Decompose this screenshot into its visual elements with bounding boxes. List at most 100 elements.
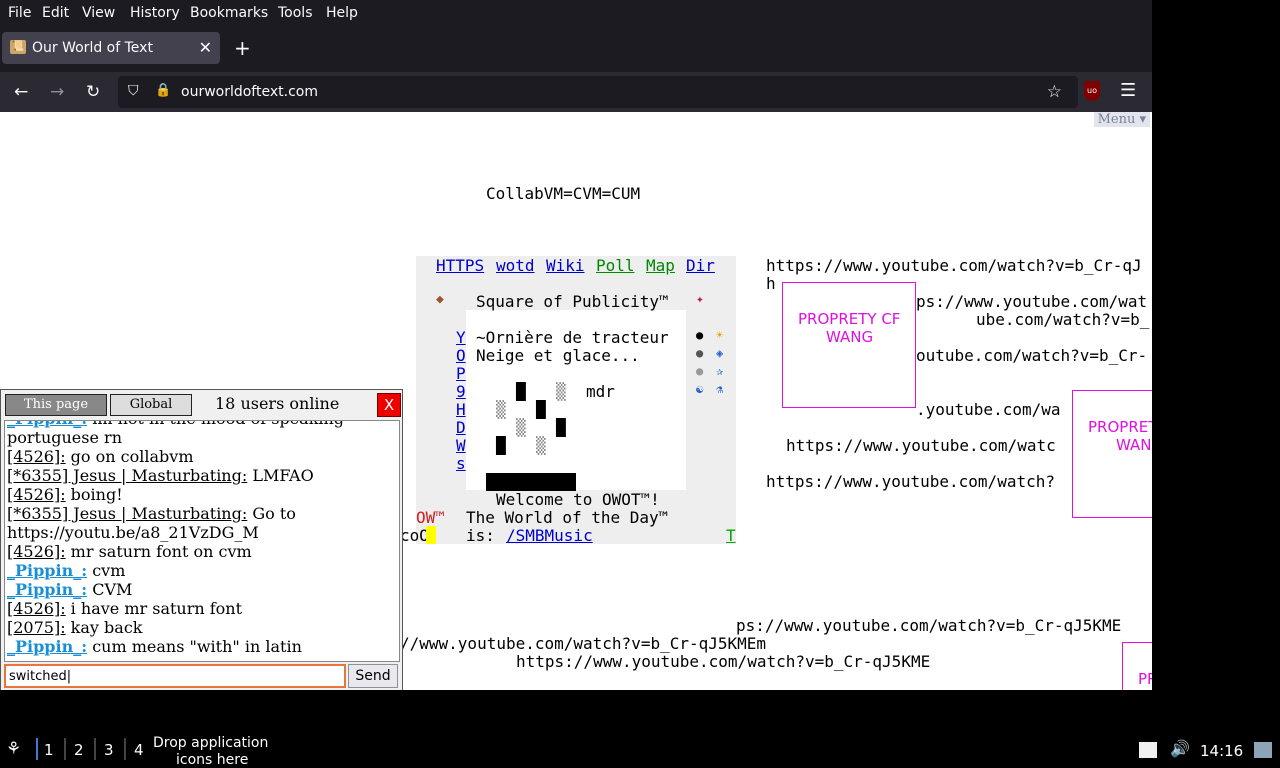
star-icon: ✰	[716, 364, 724, 378]
chat-message: [4526]: mr saturn font on cvm	[7, 542, 252, 561]
t-link[interactable]: T	[726, 526, 736, 545]
menu-help[interactable]: Help	[326, 5, 358, 21]
tab-title: Our World of Text	[32, 40, 153, 56]
chat-nick[interactable]: [*6355] Jesus | Masturbating:	[7, 504, 247, 523]
chat-tab-this-page[interactable]: This page	[5, 394, 107, 416]
pattern-2: ▒	[556, 382, 566, 401]
sign-icon: ◆	[436, 292, 444, 307]
side-link-h[interactable]: H	[456, 400, 466, 419]
dot3-icon: ●	[696, 364, 704, 378]
side-link-o[interactable]: O	[456, 346, 466, 365]
yt-line-3: ps://www.youtube.com/wat	[916, 292, 1148, 311]
tab-close-icon[interactable]: ✕	[199, 38, 212, 57]
chat-text: Go to	[247, 504, 296, 523]
proprety-2-line1: PROPRET	[1088, 418, 1152, 436]
volume-icon[interactable]: 🔊	[1170, 739, 1190, 758]
link-dir[interactable]: Dir	[686, 256, 715, 275]
inner-line-2: Neige et glace...	[476, 346, 640, 365]
sun-icon: ☀	[716, 328, 724, 342]
chat-text: portuguese rn	[7, 428, 122, 447]
url-bar[interactable]: ⛉ 🔒 ourworldoftext.com ☆	[118, 76, 1078, 108]
tab-strip: 📜 Our World of Text ✕ +	[0, 26, 1152, 72]
yt-line-4: ube.com/watch?v=b_	[976, 310, 1150, 329]
proprety-3-fragment: PR	[1138, 670, 1152, 688]
hamburger-menu-icon[interactable]: ☰	[1120, 80, 1136, 101]
wotd-link[interactable]: /SMBMusic	[506, 526, 593, 545]
side-link-9[interactable]: 9	[456, 382, 466, 401]
back-icon[interactable]: ←	[14, 82, 28, 102]
link-poll[interactable]: Poll	[596, 256, 635, 275]
proprety-2-line2: WAN	[1116, 436, 1152, 454]
side-link-p[interactable]: P	[456, 364, 466, 383]
chat-nick[interactable]: [4526]:	[7, 542, 66, 561]
reload-icon[interactable]: ↻	[86, 82, 100, 102]
side-link-s[interactable]: s	[456, 454, 466, 473]
separator	[94, 738, 96, 760]
clipboard-icon[interactable]	[1139, 742, 1157, 758]
menu-history[interactable]: History	[130, 5, 180, 21]
link-wiki[interactable]: Wiki	[546, 256, 585, 275]
url-text[interactable]: ourworldoftext.com	[181, 84, 318, 100]
chat-nick[interactable]: _Pippin_:	[7, 421, 87, 428]
flask-icon: ⚗	[716, 382, 724, 396]
chat-tab-global[interactable]: Global	[110, 394, 192, 416]
chat-nick[interactable]: [4526]:	[7, 599, 66, 618]
chat-message: [2075]: kay back	[7, 618, 142, 637]
separator	[36, 738, 38, 760]
chat-text: boing!	[65, 485, 123, 504]
menu-file[interactable]: File	[8, 5, 31, 21]
drop-icons-text-2: icons here	[176, 752, 249, 768]
menu-edit[interactable]: Edit	[42, 5, 69, 21]
ublock-icon[interactable]: uo	[1084, 81, 1100, 101]
proprety-1-line1: PROPRETY CF	[798, 310, 901, 328]
taskbar: ⚘ 1 2 3 4 Drop application icons here 🔊 …	[0, 730, 1280, 768]
side-link-w[interactable]: W	[456, 436, 466, 455]
chat-nick[interactable]: [2075]:	[7, 618, 66, 637]
link-wotd[interactable]: wotd	[496, 256, 535, 275]
chat-input[interactable]: switched|	[4, 664, 346, 688]
menu-tools[interactable]: Tools	[278, 5, 313, 21]
pattern-7: █	[496, 436, 506, 455]
yt-line-8: https://www.youtube.com/watch?	[766, 472, 1055, 491]
link-https[interactable]: HTTPS	[436, 256, 484, 275]
menu-view[interactable]: View	[82, 5, 115, 21]
chat-message: [4526]: boing!	[7, 485, 123, 504]
chat-nick[interactable]: [4526]:	[7, 485, 66, 504]
ow-text: OW™	[416, 508, 445, 527]
bookmark-star-icon[interactable]: ☆	[1047, 82, 1062, 102]
link-map[interactable]: Map	[646, 256, 675, 275]
workspace-2[interactable]: 2	[74, 741, 84, 759]
wotd-prefix: is:	[466, 526, 505, 545]
menu-bookmarks[interactable]: Bookmarks	[190, 5, 268, 21]
lock-icon[interactable]: 🔒	[155, 83, 171, 98]
chat-nick[interactable]: [*6355] Jesus | Masturbating:	[7, 466, 247, 485]
side-link-y[interactable]: Y	[456, 328, 466, 347]
chat-message: _Pippin_: im not in the mood of speaking	[7, 421, 344, 428]
separator	[124, 738, 126, 760]
chat-nick[interactable]: _Pippin_:	[7, 580, 87, 599]
scroll-icon: ✦	[696, 292, 704, 307]
menubar: File Edit View History Bookmarks Tools H…	[0, 0, 1152, 26]
chat-message: [4526]: go on collabvm	[7, 447, 193, 466]
chat-message: _Pippin_: cvm	[7, 561, 125, 580]
chat-text: mr saturn font on cvm	[65, 542, 252, 561]
chat-nick[interactable]: _Pippin_:	[7, 637, 87, 656]
send-button[interactable]: Send	[348, 664, 398, 688]
chat-close-button[interactable]: X	[377, 393, 401, 417]
new-tab-icon[interactable]: +	[234, 36, 251, 60]
start-menu-icon[interactable]: ⚘	[6, 739, 21, 759]
owot-menu-button[interactable]: Menu ▾	[1093, 112, 1150, 127]
workspace-4[interactable]: 4	[134, 741, 144, 759]
chat-log[interactable]: _Pippin_: im not in the mood of speaking…	[4, 420, 400, 662]
chat-nick[interactable]: [4526]:	[7, 447, 66, 466]
yt-line-7: https://www.youtube.com/watc	[786, 436, 1056, 455]
tab-our-world-of-text[interactable]: 📜 Our World of Text ✕	[2, 32, 220, 64]
forward-icon[interactable]: →	[50, 82, 64, 102]
side-link-d[interactable]: D	[456, 418, 466, 437]
coo-text: coO	[400, 526, 429, 545]
chat-nick[interactable]: _Pippin_:	[7, 561, 87, 580]
workspace-1[interactable]: 1	[44, 741, 54, 759]
network-icon[interactable]	[1254, 742, 1272, 758]
shield-icon[interactable]: ⛉	[128, 83, 139, 99]
workspace-3[interactable]: 3	[104, 741, 114, 759]
